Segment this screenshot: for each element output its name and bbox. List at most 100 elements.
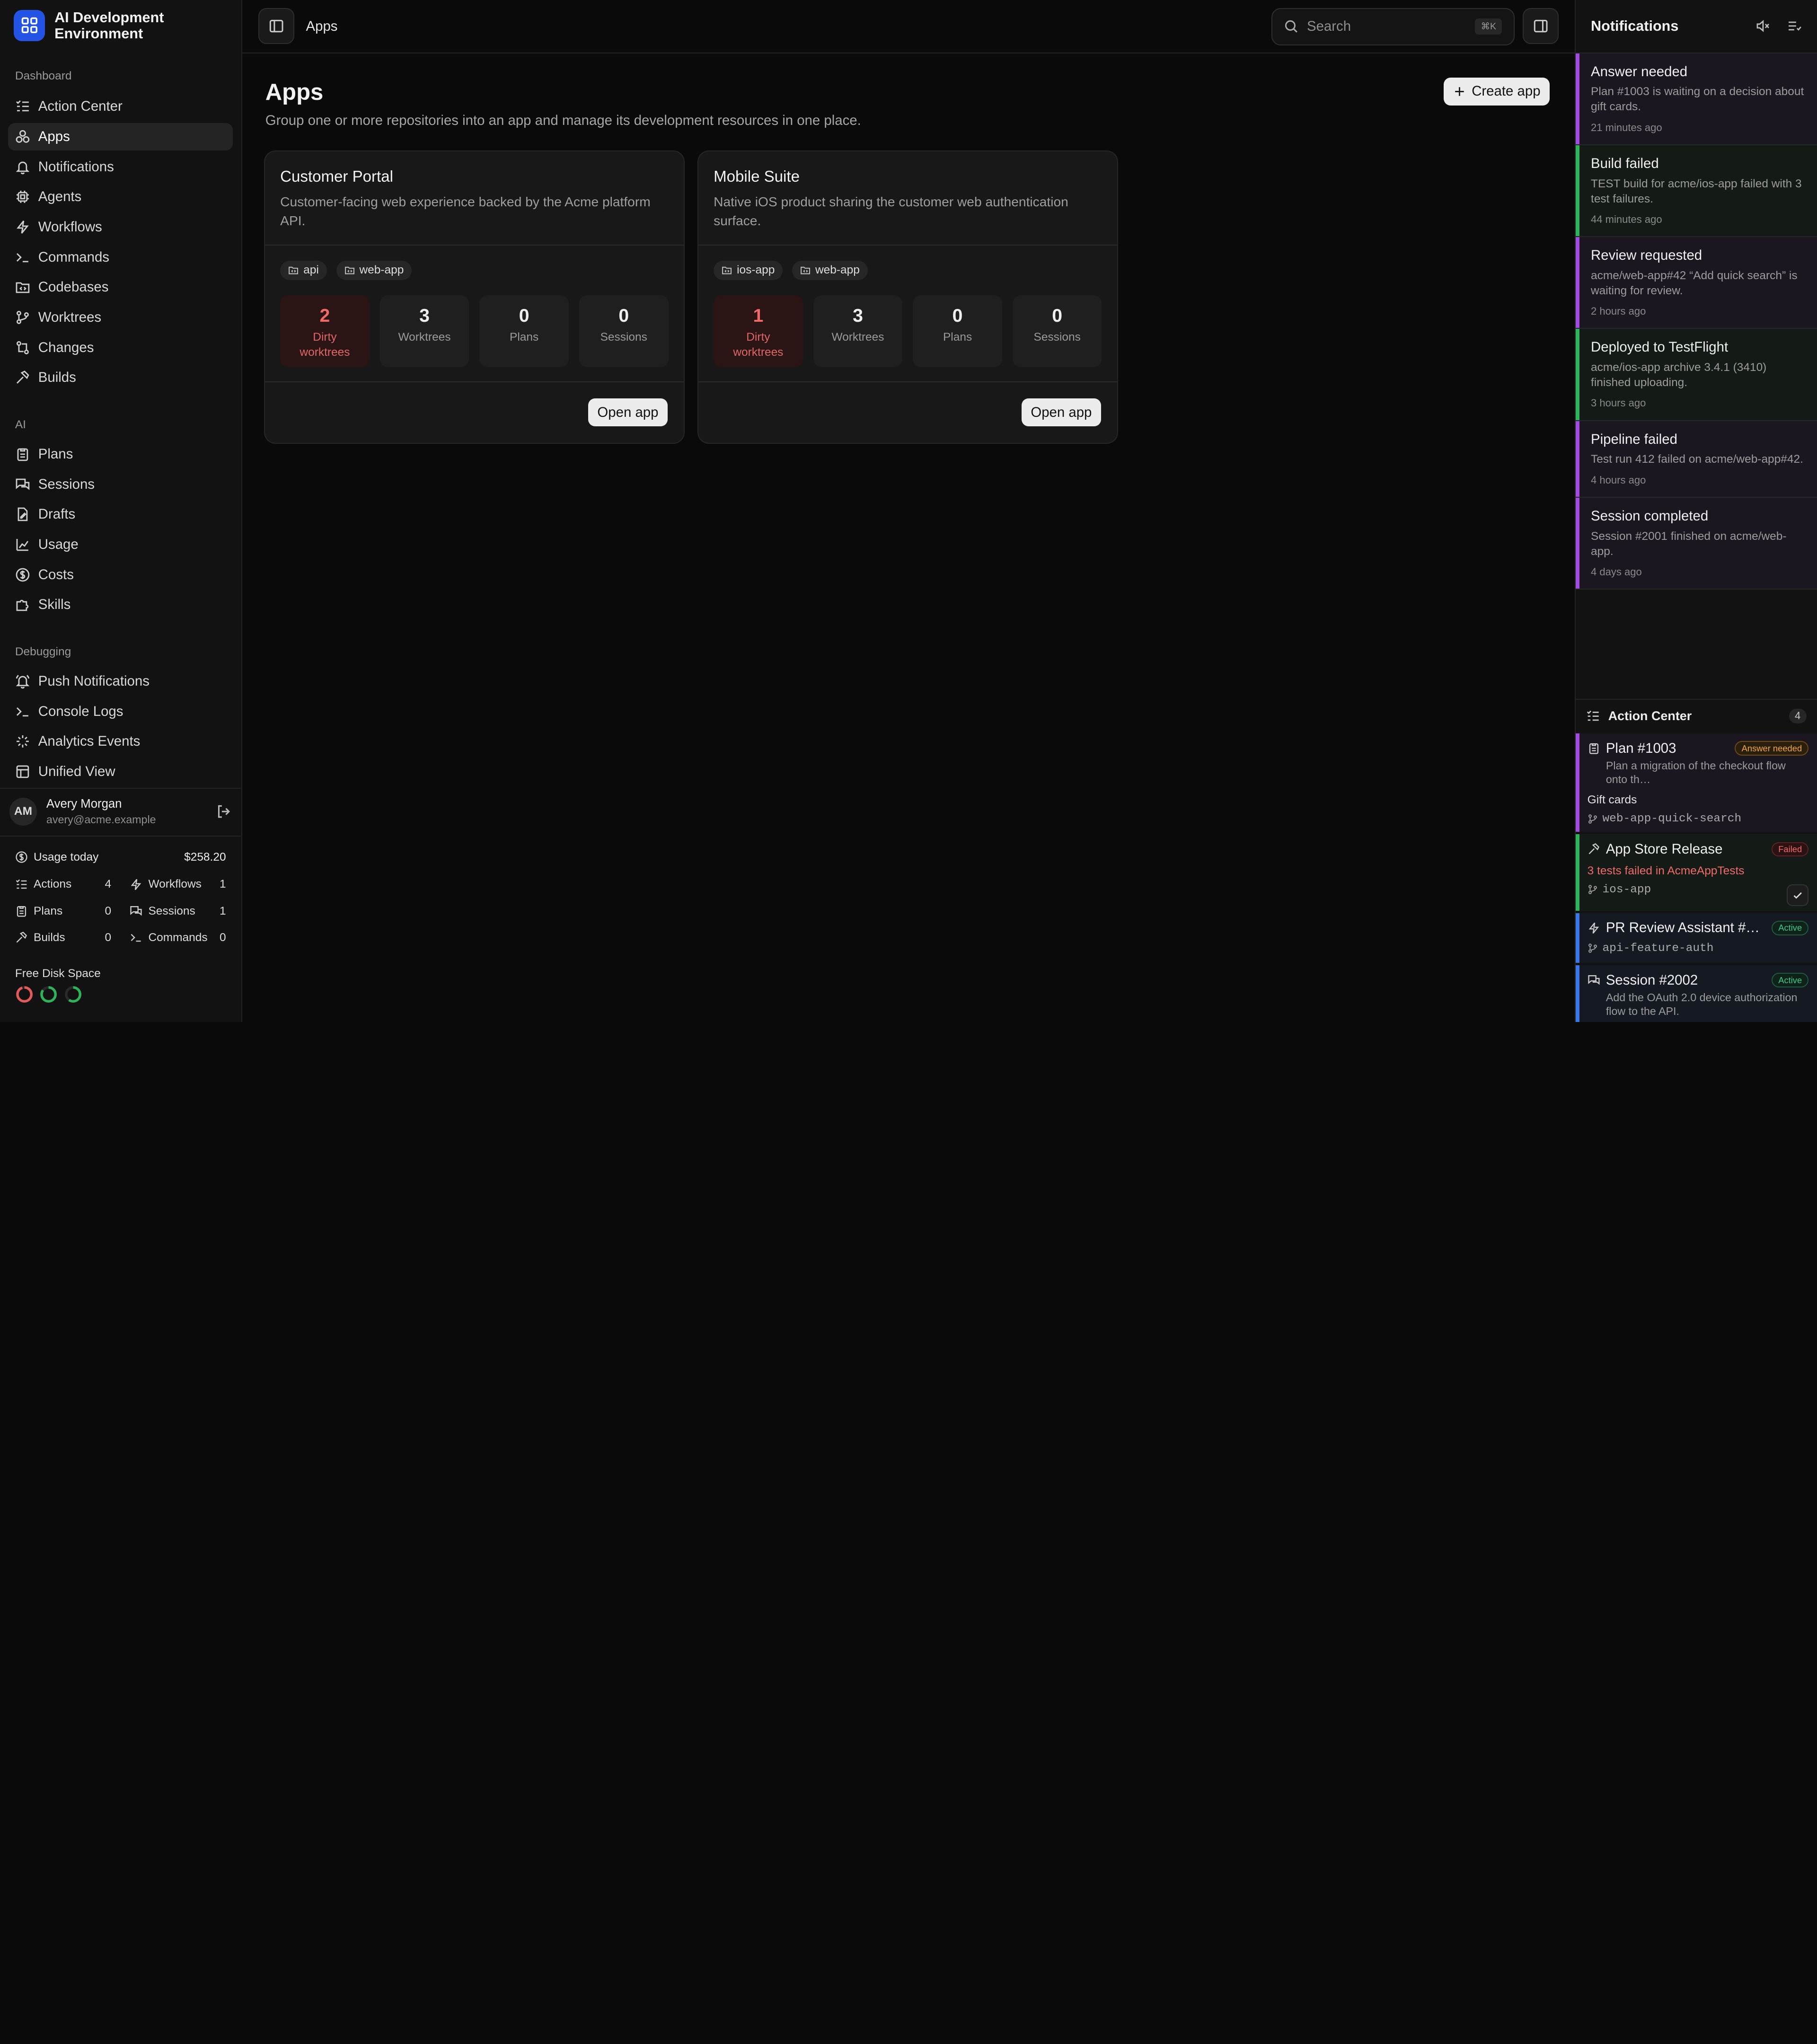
sidebar-item-drafts[interactable]: Drafts [8,501,233,529]
metric-plans[interactable]: 0 Plans [913,295,1002,367]
topbar: Apps ⌘K [242,0,1575,53]
git-branch-icon [1588,814,1598,824]
stat-label: Commands [148,931,208,944]
app-logo [14,9,45,41]
chat-icon [15,477,30,492]
sidebar-item-worktrees[interactable]: Worktrees [8,304,233,332]
notification-title: Build failed [1591,155,1659,171]
app-name[interactable]: Customer Portal [280,168,669,186]
notification-body: acme/ios-app archive 3.4.1 (3410) finish… [1591,361,1767,389]
sidebar-item-notifications[interactable]: Notifications [8,153,233,181]
sidebar-item-action-center[interactable]: Action Center [8,93,233,121]
stat-value: 0 [105,931,112,944]
notification-item[interactable]: Deployed to TestFlight acme/ios-app arch… [1576,329,1817,421]
metric-sessions[interactable]: 0 Sessions [1012,295,1102,367]
mark-all-read-icon[interactable] [1787,18,1802,34]
git-compare-icon [15,340,30,355]
sidebar-item-skills[interactable]: Skills [8,591,233,619]
sidebar-item-console-logs[interactable]: Console Logs [8,697,233,725]
action-center-header[interactable]: Action Center 4 [1576,698,1817,732]
action-item[interactable]: App Store Release Failed 3 tests failed … [1576,834,1817,911]
main-content: Apps Group one or more repositories into… [242,53,1575,1022]
breadcrumb[interactable]: Apps [306,18,338,35]
metric-worktrees[interactable]: 3 Worktrees [813,295,903,367]
sidebar-item-agents[interactable]: Agents [8,183,233,211]
metric-label: Sessions [1033,331,1081,344]
metric-label: Dirty worktrees [733,331,784,359]
search-icon [1284,19,1299,34]
sidebar-item-builds[interactable]: Builds [8,364,233,392]
sidebar-item-unified-view[interactable]: Unified View [8,758,233,786]
sidebar-item-codebases[interactable]: Codebases [8,273,233,301]
hammer-icon [15,370,30,385]
app-description: Native iOS product sharing the customer … [714,194,1068,228]
metric-plans[interactable]: 0 Plans [479,295,569,367]
list-check-icon [15,878,28,891]
user-name: Avery Morgan [46,797,122,811]
disk-ring[interactable] [39,985,58,1004]
metric-sessions[interactable]: 0 Sessions [579,295,669,367]
action-title: Session #2002 [1605,972,1698,988]
notification-item[interactable]: Pipeline failed Test run 412 failed on a… [1576,421,1817,498]
notification-body: Plan #1003 is waiting on a decision abou… [1591,85,1804,114]
file-edit-icon [15,507,30,522]
sidebar-item-analytics-events[interactable]: Analytics Events [8,728,233,756]
metric-worktrees[interactable]: 3 Worktrees [379,295,469,367]
logout-icon[interactable] [216,803,232,819]
action-item[interactable]: Plan #1003 Answer needed Plan a migratio… [1576,733,1817,832]
user-profile[interactable]: AM Avery Morgan avery@acme.example [0,788,241,834]
open-app-button[interactable]: Open app [588,398,668,427]
brand[interactable]: AI Development Environment [14,9,182,42]
sidebar-item-label: Sessions [38,476,95,492]
notification-item[interactable]: Build failed TEST build for acme/ios-app… [1576,145,1817,238]
folder-code-icon [800,265,811,275]
action-branch: api-feature-auth [1588,942,1809,955]
section-label-ai: AI [15,418,26,432]
open-app-button[interactable]: Open app [1021,398,1101,427]
metric-dirty-worktrees[interactable]: 2 Dirty worktrees [280,295,370,367]
notification-item[interactable]: Answer needed Plan #1003 is waiting on a… [1576,53,1817,145]
toggle-sidebar-button[interactable] [258,8,295,44]
git-branch-icon [1588,884,1598,895]
search-box[interactable]: ⌘K [1271,8,1515,45]
action-item[interactable]: Session #2002 Active Add the OAuth 2.0 d… [1576,965,1817,1022]
sidebar-item-changes[interactable]: Changes [8,334,233,361]
notification-time: 4 days ago [1591,566,1642,578]
sidebar-item-costs[interactable]: Costs [8,561,233,589]
metric-dirty-worktrees[interactable]: 1 Dirty worktrees [714,295,803,367]
notification-time: 2 hours ago [1591,305,1646,317]
sidebar-item-label: Usage [38,537,79,553]
repo-tag[interactable]: api [280,260,327,281]
sidebar-item-sessions[interactable]: Sessions [8,470,233,498]
sidebar-item-usage[interactable]: Usage [8,531,233,559]
repo-tag[interactable]: web-app [336,260,412,281]
repo-tag[interactable]: ios-app [714,260,783,281]
notification-item[interactable]: Session completed Session #2001 finished… [1576,497,1817,590]
sidebar-item-push-notifications[interactable]: Push Notifications [8,668,233,696]
create-app-button[interactable]: Create app [1444,78,1550,106]
sidebar-item-apps[interactable]: Apps [8,123,233,151]
disk-ring[interactable] [64,985,82,1004]
metric-label: Plans [943,331,972,344]
repo-tag[interactable]: web-app [792,260,868,281]
notification-item[interactable]: Review requested acme/web-app#42 “Add qu… [1576,237,1817,329]
app-name[interactable]: Mobile Suite [714,168,1102,186]
metric-value: 2 [319,306,330,326]
sidebar-item-workflows[interactable]: Workflows [8,213,233,241]
acknowledge-button[interactable] [1786,884,1809,907]
workflow-icon [1588,922,1600,934]
action-item[interactable]: PR Review Assistant #4… Active api-featu… [1576,913,1817,963]
clipboard-icon [15,905,28,917]
disk-ring[interactable] [15,985,34,1004]
search-input[interactable] [1306,18,1469,35]
metric-value: 0 [618,306,629,326]
sidebar-item-plans[interactable]: Plans [8,441,233,468]
chat-icon [130,905,142,917]
sidebar-item-label: Codebases [38,279,109,295]
metric-label: Dirty worktrees [300,331,350,359]
sidebar-item-commands[interactable]: Commands [8,243,233,271]
mute-icon[interactable] [1755,18,1771,34]
action-title: PR Review Assistant #4… [1605,920,1763,936]
notification-body: acme/web-app#42 “Add quick search” is wa… [1591,269,1798,297]
toggle-panel-button[interactable] [1522,8,1559,44]
